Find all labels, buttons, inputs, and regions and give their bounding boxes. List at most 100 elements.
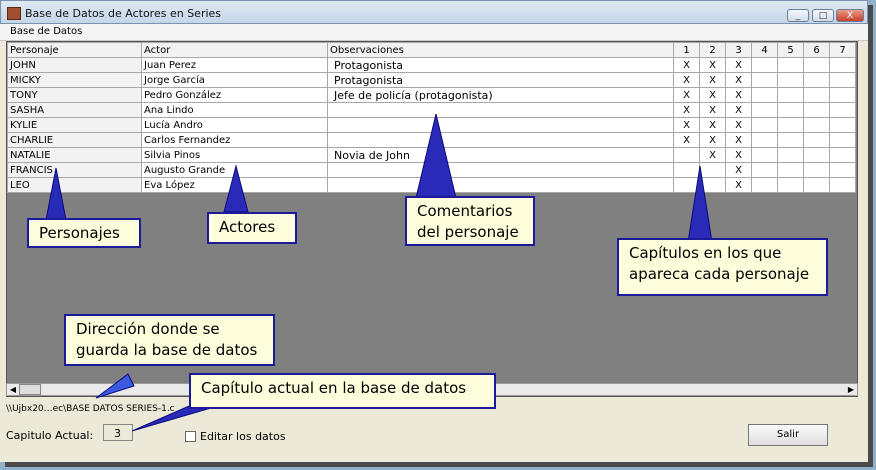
cell-chapter-mark[interactable]: X [725,177,752,193]
cell-chapter-mark[interactable] [751,147,778,163]
cell-observaciones[interactable]: Jefe de policía (protagonista) [327,87,674,103]
header-chapter[interactable]: 3 [725,42,752,58]
cell-chapter-mark[interactable] [829,87,856,103]
cell-chapter-mark[interactable] [673,147,700,163]
cell-chapter-mark[interactable]: X [673,117,700,133]
cell-chapter-mark[interactable] [803,147,830,163]
cell-chapter-mark[interactable] [777,147,804,163]
cell-chapter-mark[interactable]: X [673,72,700,88]
cell-chapter-mark[interactable] [751,177,778,193]
cell-chapter-mark[interactable] [751,57,778,73]
cell-chapter-mark[interactable] [751,162,778,178]
header-chapter[interactable]: 2 [699,42,726,58]
header-actor[interactable]: Actor [141,42,328,58]
cell-actor[interactable]: Pedro González [141,87,328,103]
editar-checkbox[interactable] [185,431,196,442]
menu-base-de-datos[interactable]: Base de Datos [10,26,82,37]
cell-chapter-mark[interactable] [699,162,726,178]
cell-chapter-mark[interactable] [777,87,804,103]
table-row[interactable]: MICKY Jorge García Protagonista X X X [7,72,856,88]
cell-chapter-mark[interactable] [777,57,804,73]
table-row[interactable]: LEO Eva López X [7,177,856,193]
cell-chapter-mark[interactable] [829,102,856,118]
cell-chapter-mark[interactable] [777,117,804,133]
cell-chapter-mark[interactable]: X [699,72,726,88]
cell-chapter-mark[interactable]: X [673,132,700,148]
cell-chapter-mark[interactable]: X [725,162,752,178]
table-row[interactable]: KYLIE Lucía Andro X X X [7,117,856,133]
cell-personaje[interactable]: MICKY [7,72,142,88]
cell-personaje[interactable]: SASHA [7,102,142,118]
close-button[interactable]: X [836,9,864,22]
cell-chapter-mark[interactable]: X [725,87,752,103]
cell-chapter-mark[interactable]: X [725,57,752,73]
cell-chapter-mark[interactable] [777,177,804,193]
cell-chapter-mark[interactable] [803,57,830,73]
cell-chapter-mark[interactable] [829,117,856,133]
cell-chapter-mark[interactable]: X [725,147,752,163]
cell-chapter-mark[interactable] [829,162,856,178]
cell-chapter-mark[interactable]: X [673,57,700,73]
cell-personaje[interactable]: NATALIE [7,147,142,163]
cell-chapter-mark[interactable] [803,102,830,118]
cell-chapter-mark[interactable] [699,177,726,193]
header-chapter[interactable]: 1 [673,42,700,58]
header-observaciones[interactable]: Observaciones [327,42,674,58]
cell-chapter-mark[interactable]: X [699,87,726,103]
cell-personaje[interactable]: CHARLIE [7,132,142,148]
cell-chapter-mark[interactable] [803,117,830,133]
cell-personaje[interactable]: FRANCIS [7,162,142,178]
cell-chapter-mark[interactable]: X [699,132,726,148]
cell-chapter-mark[interactable]: X [725,72,752,88]
cell-actor[interactable]: Carlos Fernandez [141,132,328,148]
cell-chapter-mark[interactable] [777,102,804,118]
table-row[interactable]: JOHN Juan Perez Protagonista X X X [7,57,856,73]
maximize-button[interactable]: □ [812,9,834,22]
cell-observaciones[interactable]: Novia de John [327,147,674,163]
cell-chapter-mark[interactable] [673,162,700,178]
cell-chapter-mark[interactable] [751,132,778,148]
scroll-right-icon[interactable]: ▶ [845,384,857,395]
cell-actor[interactable]: Ana Lindo [141,102,328,118]
minimize-button[interactable]: _ [787,9,809,22]
cell-observaciones[interactable] [327,177,674,193]
salir-button[interactable]: Salir [748,424,828,446]
cell-chapter-mark[interactable] [673,177,700,193]
cell-chapter-mark[interactable] [803,87,830,103]
table-row[interactable]: SASHA Ana Lindo X X X [7,102,856,118]
cell-actor[interactable]: Eva López [141,177,328,193]
cell-chapter-mark[interactable] [829,132,856,148]
cell-chapter-mark[interactable] [777,162,804,178]
cell-observaciones[interactable] [327,117,674,133]
header-chapter[interactable]: 7 [829,42,856,58]
cell-chapter-mark[interactable] [751,72,778,88]
cell-personaje[interactable]: JOHN [7,57,142,73]
table-row[interactable]: NATALIE Silvia Pinos Novia de John X X [7,147,856,163]
cell-chapter-mark[interactable] [751,102,778,118]
table-row[interactable]: CHARLIE Carlos Fernandez X X X [7,132,856,148]
header-chapter[interactable]: 5 [777,42,804,58]
cell-chapter-mark[interactable] [751,87,778,103]
cell-chapter-mark[interactable] [803,177,830,193]
cell-chapter-mark[interactable]: X [725,117,752,133]
table-row[interactable]: TONY Pedro González Jefe de policía (prota… [7,87,856,103]
cell-personaje[interactable]: TONY [7,87,142,103]
cell-chapter-mark[interactable]: X [699,102,726,118]
cell-actor[interactable]: Silvia Pinos [141,147,328,163]
cell-actor[interactable]: Juan Perez [141,57,328,73]
cell-chapter-mark[interactable] [803,162,830,178]
cell-chapter-mark[interactable]: X [673,102,700,118]
cell-observaciones[interactable] [327,132,674,148]
editar-label[interactable]: Editar los datos [200,430,286,443]
cell-actor[interactable]: Lucía Andro [141,117,328,133]
header-chapter[interactable]: 4 [751,42,778,58]
table-row[interactable]: FRANCIS Augusto Grande X [7,162,856,178]
cell-chapter-mark[interactable]: X [725,102,752,118]
cell-personaje[interactable]: LEO [7,177,142,193]
header-personaje[interactable]: Personaje [7,42,142,58]
scroll-left-icon[interactable]: ◀ [7,384,19,395]
cell-personaje[interactable]: KYLIE [7,117,142,133]
cell-chapter-mark[interactable] [777,72,804,88]
cell-chapter-mark[interactable]: X [699,57,726,73]
scroll-thumb[interactable] [19,384,41,395]
